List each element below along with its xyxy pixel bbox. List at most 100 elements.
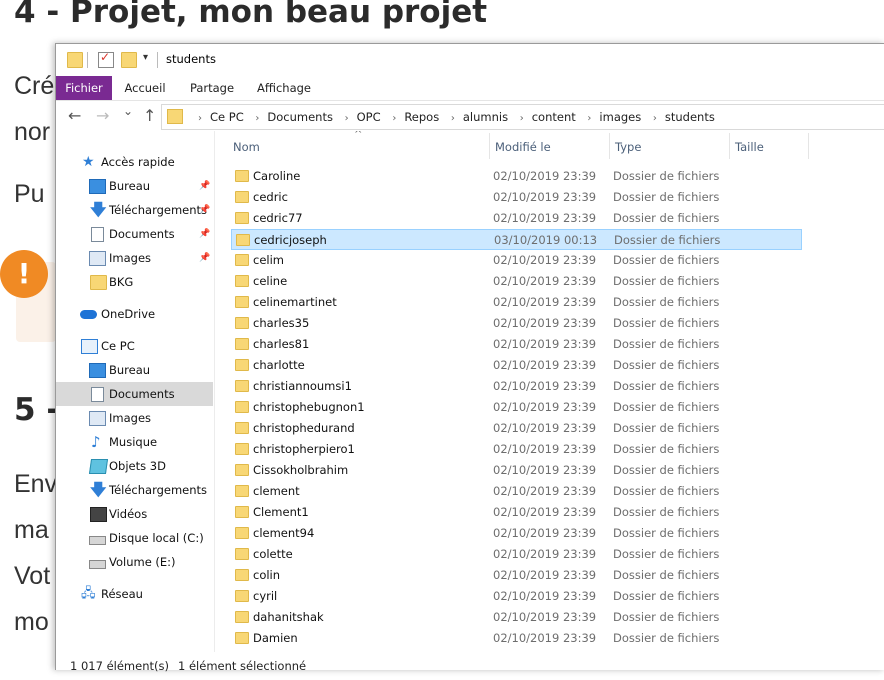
file-row[interactable]: colette 02/10/2019 23:39 Dossier de fichie…: [231, 544, 802, 565]
chevron-right-icon[interactable]: ›: [392, 113, 396, 124]
sidebar-item-ce-pc[interactable]: Ce PC: [56, 334, 213, 358]
folder-icon: [236, 234, 250, 246]
sidebar-item-onedrive[interactable]: OneDrive: [56, 302, 213, 326]
file-row[interactable]: charles35 02/10/2019 23:39 Dossier de fich…: [231, 313, 802, 334]
file-modified-date: 02/10/2019 23:39: [493, 211, 597, 225]
file-type: Dossier de fichiers: [613, 211, 720, 225]
file-row[interactable]: daniel 02/10/2019 23:39 Dossier de fichier…: [231, 649, 802, 651]
file-row[interactable]: clement94 02/10/2019 23:39 Dossier de fich…: [231, 523, 802, 544]
chevron-right-icon[interactable]: ›: [587, 113, 591, 124]
file-row[interactable]: dahanitshak 02/10/2019 23:39 Dossier de fi…: [231, 607, 802, 628]
file-row[interactable]: cedricjoseph 03/10/2019 00:13 Dossier de f…: [231, 229, 802, 250]
file-row[interactable]: Caroline 02/10/2019 23:39 Dossier de fichi…: [231, 166, 802, 187]
file-row[interactable]: celine 02/10/2019 23:39 Dossier de fichier…: [231, 271, 802, 292]
sidebar-item-bkg[interactable]: BKG: [56, 270, 213, 294]
file-row[interactable]: celinemartinet 02/10/2019 23:39 Dossier de…: [231, 292, 802, 313]
file-type: Dossier de fichiers: [613, 400, 720, 414]
file-row[interactable]: Cissokholbrahim 02/10/2019 23:39 Dossier d…: [231, 460, 802, 481]
sidebar-item-label: Documents: [109, 227, 175, 241]
breadcrumb-item[interactable]: content: [532, 110, 576, 124]
sidebar-item-label: Bureau: [109, 179, 151, 193]
status-bar: 1 017 élément(s) 1 élément sélectionné: [56, 652, 884, 673]
file-row[interactable]: cedric 02/10/2019 23:39 Dossier de fichier…: [231, 187, 802, 208]
file-row[interactable]: charles81 02/10/2019 23:39 Dossier de fich…: [231, 334, 802, 355]
properties-icon[interactable]: [98, 50, 114, 68]
sidebar-item-videos[interactable]: Vidéos: [56, 502, 213, 526]
tab-accueil[interactable]: Accueil: [114, 76, 176, 100]
file-row[interactable]: christopherpiero1 02/10/2019 23:39 Dossier…: [231, 439, 802, 460]
sidebar-item-documents-pc[interactable]: Documents: [56, 382, 213, 406]
sidebar-item-label: Réseau: [101, 587, 143, 601]
column-header-size[interactable]: Taille: [735, 140, 764, 154]
file-row[interactable]: clement 02/10/2019 23:39 Dossier de fichie…: [231, 481, 802, 502]
file-row[interactable]: Damien 02/10/2019 23:39 Dossier de fichier…: [231, 628, 802, 649]
breadcrumb-item[interactable]: Ce PC: [210, 110, 244, 124]
pin-icon[interactable]: 📌: [199, 222, 210, 246]
sidebar-item-volume-e[interactable]: Volume (E:): [56, 550, 213, 574]
sidebar-item-label: Objets 3D: [109, 459, 166, 473]
file-name: dahanitshak: [253, 610, 324, 624]
column-divider[interactable]: [609, 133, 610, 159]
chevron-right-icon[interactable]: ›: [255, 113, 259, 124]
column-divider[interactable]: [489, 133, 490, 159]
pin-icon[interactable]: 📌: [199, 198, 210, 222]
chevron-right-icon[interactable]: ›: [451, 113, 455, 124]
folder-icon: [90, 275, 107, 290]
sidebar-item-bureau[interactable]: Bureau 📌: [56, 174, 213, 198]
pin-icon[interactable]: 📌: [199, 246, 210, 270]
file-row[interactable]: colin 02/10/2019 23:39 Dossier de fichiers: [231, 565, 802, 586]
column-divider[interactable]: [808, 133, 809, 159]
back-arrow-icon[interactable]: ←: [68, 106, 81, 125]
pin-icon[interactable]: 📌: [199, 174, 210, 198]
background-text: Env: [14, 470, 58, 498]
recent-locations-icon[interactable]: ⌄: [123, 104, 133, 118]
file-row[interactable]: cyril 02/10/2019 23:39 Dossier de fichiers: [231, 586, 802, 607]
column-header-name[interactable]: Nom: [233, 140, 260, 154]
sidebar-item-disque-local[interactable]: Disque local (C:): [56, 526, 213, 550]
file-row[interactable]: christiannoumsi1 02/10/2019 23:39 Dossier …: [231, 376, 802, 397]
file-row[interactable]: Clement1 02/10/2019 23:39 Dossier de fichi…: [231, 502, 802, 523]
sidebar-item-bureau-pc[interactable]: Bureau: [56, 358, 213, 382]
sidebar-item-documents[interactable]: Documents 📌: [56, 222, 213, 246]
sidebar-item-reseau[interactable]: 🖧 Réseau: [56, 582, 213, 606]
sidebar-item-quick-access[interactable]: ★ Accès rapide: [56, 150, 213, 174]
breadcrumb-item[interactable]: Documents: [267, 110, 333, 124]
folder-icon: [235, 317, 249, 329]
file-row[interactable]: celim 02/10/2019 23:39 Dossier de fichiers: [231, 250, 802, 271]
address-bar[interactable]: › Ce PC › Documents › OPC › Repos › alumnis ›…: [161, 104, 884, 130]
new-folder-icon[interactable]: [121, 52, 137, 68]
chevron-right-icon[interactable]: ›: [653, 113, 657, 124]
column-header-modified[interactable]: Modifié le: [495, 140, 551, 154]
breadcrumb-item[interactable]: alumnis: [463, 110, 508, 124]
folder-icon: [235, 380, 249, 392]
tab-affichage[interactable]: Affichage: [248, 76, 320, 100]
tab-fichier[interactable]: Fichier: [56, 76, 112, 100]
chevron-right-icon[interactable]: ›: [520, 113, 524, 124]
breadcrumb-item[interactable]: images: [599, 110, 641, 124]
file-row[interactable]: christophedurand 02/10/2019 23:39 Dossier …: [231, 418, 802, 439]
file-row[interactable]: christophebugnon1 02/10/2019 23:39 Dossier…: [231, 397, 802, 418]
customize-toolbar-icon[interactable]: ▾: [143, 52, 148, 63]
column-divider[interactable]: [729, 133, 730, 159]
file-row[interactable]: charlotte 02/10/2019 23:39 Dossier de fich…: [231, 355, 802, 376]
sidebar-item-telechargements-pc[interactable]: 🡇 Téléchargements: [56, 478, 213, 502]
document-icon: [91, 227, 104, 242]
download-icon: 🡇: [90, 200, 107, 219]
breadcrumb-item[interactable]: Repos: [404, 110, 439, 124]
sidebar-item-musique[interactable]: ♪ Musique: [56, 430, 213, 454]
up-arrow-icon[interactable]: ↑: [143, 106, 156, 125]
file-row[interactable]: cedric77 02/10/2019 23:39 Dossier de fichi…: [231, 208, 802, 229]
chevron-right-icon[interactable]: ›: [345, 113, 349, 124]
breadcrumb-item-current[interactable]: students: [665, 110, 715, 124]
file-list: ^ Nom Modifié le Type Taille Caroline 02/…: [215, 131, 884, 651]
sidebar-item-images[interactable]: Images 📌: [56, 246, 213, 270]
sidebar-item-telechargements[interactable]: 🡇 Téléchargements 📌: [56, 198, 213, 222]
selection-count: 1 élément sélectionné: [178, 659, 307, 673]
sidebar-item-images-pc[interactable]: Images: [56, 406, 213, 430]
forward-arrow-icon[interactable]: →: [96, 106, 109, 125]
sidebar-item-objets-3d[interactable]: Objets 3D: [56, 454, 213, 478]
breadcrumb-item[interactable]: OPC: [357, 110, 381, 124]
tab-partage[interactable]: Partage: [180, 76, 244, 100]
column-header-type[interactable]: Type: [615, 140, 641, 154]
file-name: Cissokholbrahim: [253, 463, 349, 477]
